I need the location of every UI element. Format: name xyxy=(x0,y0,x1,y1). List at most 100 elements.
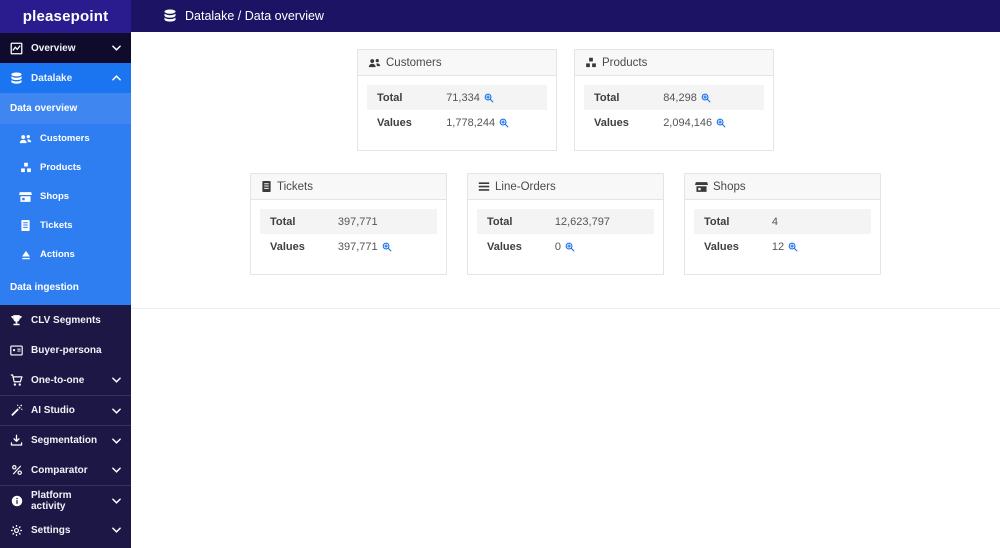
sidebar-item-label: Data overview xyxy=(10,103,78,114)
card-header: Shops xyxy=(685,174,880,200)
zoom-in-icon[interactable] xyxy=(701,93,711,103)
sidebar-item-label: Actions xyxy=(40,249,75,260)
row-value: 2,094,146 xyxy=(663,116,713,129)
row-label: Values xyxy=(270,240,305,253)
row-value: 84,298 xyxy=(663,91,697,104)
sidebar-item-ai-studio[interactable]: AI Studio xyxy=(0,395,131,425)
sidebar-item-label: Overview xyxy=(31,42,76,54)
sidebar-item-clv-segments[interactable]: CLV Segments xyxy=(0,305,131,335)
chevron-down-icon xyxy=(112,527,121,533)
zoom-in-icon[interactable] xyxy=(716,118,726,128)
card-products: Products Total 84,298 Values 2,094,146 xyxy=(574,49,774,151)
sidebar-item-label: Comparator xyxy=(31,464,88,476)
content-area: Customers Total 71,334 Values 1,778,244 xyxy=(131,32,1000,548)
card-title: Products xyxy=(602,56,648,69)
row-label: Total xyxy=(377,91,403,104)
sidebar-item-one-to-one[interactable]: One-to-one xyxy=(0,365,131,395)
id-card-icon xyxy=(10,344,23,356)
chevron-down-icon xyxy=(112,467,121,473)
sidebar-item-tickets[interactable]: Tickets xyxy=(0,211,131,240)
row-label: Total xyxy=(594,91,620,104)
card-body: Total 84,298 Values 2,094,146 xyxy=(575,76,773,150)
zoom-in-icon[interactable] xyxy=(382,242,392,252)
card-customers: Customers Total 71,334 Values 1,778,244 xyxy=(357,49,557,151)
card-title: Shops xyxy=(713,180,746,193)
card-tickets: Tickets Total 397,771 Values 397,771 xyxy=(250,173,447,275)
row-value: 71,334 xyxy=(446,91,480,104)
download-icon xyxy=(10,434,23,447)
sidebar-item-comparator[interactable]: Comparator xyxy=(0,455,131,485)
wand-icon xyxy=(10,404,23,417)
sidebar-item-buyer-persona[interactable]: Buyer-persona xyxy=(0,335,131,365)
percent-icon xyxy=(10,464,23,476)
page-header: Datalake / Data overview xyxy=(131,0,1000,32)
card-header: Line-Orders xyxy=(468,174,663,200)
row-label: Total xyxy=(487,215,513,228)
bell-icon xyxy=(19,249,32,261)
cards-row-2: Tickets Total 397,771 Values 397,771 Lin… xyxy=(131,173,1000,275)
sidebar-item-label: One-to-one xyxy=(31,374,85,386)
card-body: Total 4 Values 12 xyxy=(685,200,880,274)
table-row: Values 0 xyxy=(477,234,654,259)
row-value: 12,623,797 xyxy=(554,215,610,228)
sidebar-item-label: Customers xyxy=(40,133,90,144)
row-value: 0 xyxy=(554,240,561,253)
sidebar-item-segmentation[interactable]: Segmentation xyxy=(0,425,131,455)
row-label: Total xyxy=(270,215,296,228)
card-title: Tickets xyxy=(277,180,313,193)
chevron-down-icon xyxy=(112,407,121,414)
users-icon xyxy=(19,133,32,145)
row-value: 12 xyxy=(771,240,785,253)
database-icon xyxy=(163,9,177,23)
row-value: 397,771 xyxy=(337,215,378,228)
zoom-in-icon[interactable] xyxy=(484,93,494,103)
chart-line-icon xyxy=(10,42,23,55)
zoom-in-icon[interactable] xyxy=(788,242,798,252)
sidebar-item-data-overview[interactable]: Data overview xyxy=(0,93,131,124)
table-row: Values 1,778,244 xyxy=(367,110,547,135)
sidebar-item-data-ingestion[interactable]: Data ingestion xyxy=(0,269,131,305)
users-icon xyxy=(368,57,381,69)
datalake-submenu: Data overview Customers Products Shops T… xyxy=(0,93,131,305)
sidebar-item-settings[interactable]: Settings xyxy=(0,515,131,545)
sidebar-item-products[interactable]: Products xyxy=(0,153,131,182)
row-label: Values xyxy=(487,240,522,253)
card-title: Line-Orders xyxy=(495,180,556,193)
info-icon xyxy=(10,495,23,507)
sidebar-item-shops[interactable]: Shops xyxy=(0,182,131,211)
sidebar-item-label: Shops xyxy=(40,191,70,202)
row-value: 1,778,244 xyxy=(446,116,496,129)
sidebar-item-customers[interactable]: Customers xyxy=(0,124,131,153)
card-line-orders: Line-Orders Total 12,623,797 Values 0 xyxy=(467,173,664,275)
store-icon xyxy=(695,181,708,193)
card-header: Customers xyxy=(358,50,556,76)
receipt-icon xyxy=(261,180,272,193)
row-value: 4 xyxy=(771,215,778,228)
chevron-up-icon xyxy=(112,75,121,81)
card-body: Total 12,623,797 Values 0 xyxy=(468,200,663,274)
gear-icon xyxy=(10,524,23,537)
store-icon xyxy=(19,191,32,203)
table-row: Values 2,094,146 xyxy=(584,110,764,135)
sidebar-item-label: Segmentation xyxy=(31,435,98,446)
cart-icon xyxy=(10,373,23,387)
sidebar-item-overview[interactable]: Overview xyxy=(0,33,131,63)
sidebar-item-datalake[interactable]: Datalake xyxy=(0,63,131,93)
card-header: Tickets xyxy=(251,174,446,200)
chevron-down-icon xyxy=(112,377,121,383)
sidebar-item-label: Platform activity xyxy=(31,489,72,512)
app-window: pleasepoint Overview Datalake Data overv… xyxy=(0,0,1000,548)
sidebar-item-actions[interactable]: Actions xyxy=(0,240,131,269)
zoom-in-icon[interactable] xyxy=(499,118,509,128)
sidebar-item-platform-activity[interactable]: Platform activity xyxy=(0,485,131,515)
chevron-down-icon xyxy=(112,437,121,444)
content-section-divider xyxy=(131,308,1000,309)
row-label: Values xyxy=(377,116,412,129)
row-label: Values xyxy=(594,116,629,129)
zoom-in-icon[interactable] xyxy=(565,242,575,252)
database-icon xyxy=(10,71,23,85)
trophy-icon xyxy=(10,314,23,326)
row-label: Total xyxy=(704,215,730,228)
table-row: Values 12 xyxy=(694,234,871,259)
table-row: Total 84,298 xyxy=(584,85,764,110)
